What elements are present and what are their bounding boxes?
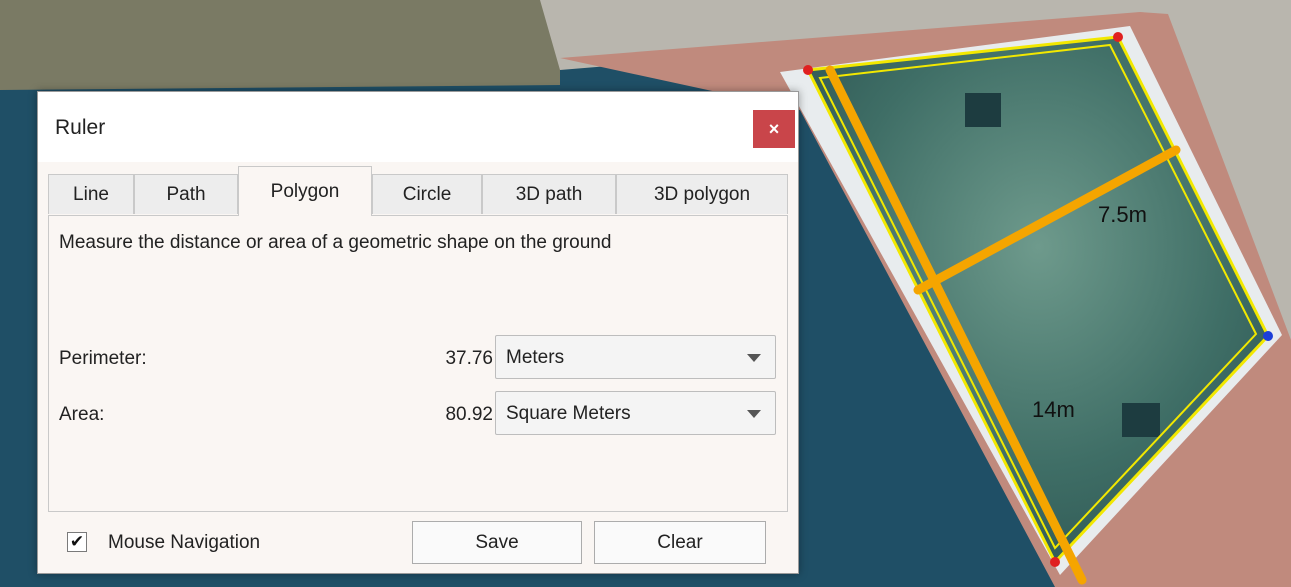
area-unit-value: Square Meters	[506, 403, 631, 424]
chevron-down-icon	[747, 354, 761, 362]
dialog-title: Ruler	[55, 116, 106, 139]
pool-drain-lower	[1122, 403, 1160, 437]
close-button[interactable]: ×	[753, 110, 795, 148]
clear-button[interactable]: Clear	[594, 521, 766, 564]
vertex-marker[interactable]	[1113, 32, 1123, 42]
mouse-navigation-label: Mouse Navigation	[108, 532, 261, 553]
tab-label: Polygon	[270, 180, 340, 202]
save-button[interactable]: Save	[412, 521, 582, 564]
tab-circle[interactable]: Circle	[372, 174, 482, 214]
ruler-dialog: Ruler × Line Path Polygon Circle 3D path…	[37, 91, 799, 574]
tool-description: Measure the distance or area of a geomet…	[59, 232, 612, 253]
vertex-marker-active[interactable]	[1263, 331, 1273, 341]
tab-line[interactable]: Line	[48, 174, 134, 214]
clear-button-label: Clear	[657, 531, 703, 553]
vertex-marker[interactable]	[803, 65, 813, 75]
perimeter-unit-select[interactable]: Meters	[495, 335, 776, 379]
vertex-marker[interactable]	[1050, 557, 1060, 567]
close-icon: ×	[768, 118, 780, 139]
tab-path[interactable]: Path	[134, 174, 238, 214]
tab-polygon[interactable]: Polygon	[238, 166, 372, 216]
checkmark-icon[interactable]: ✔	[67, 532, 87, 552]
polygon-tab-panel: Measure the distance or area of a geomet…	[48, 215, 788, 512]
tab-label: Circle	[402, 183, 452, 205]
chevron-down-icon	[747, 410, 761, 418]
area-unit-select[interactable]: Square Meters	[495, 391, 776, 435]
tab-label: 3D polygon	[653, 183, 751, 205]
perimeter-label: Perimeter:	[59, 348, 147, 369]
length-measure-label: 14m	[1032, 397, 1075, 422]
pool-drain-upper	[965, 93, 1001, 127]
width-measure-label: 7.5m	[1098, 202, 1147, 227]
tab-bar: Line Path Polygon Circle 3D path 3D poly…	[48, 166, 788, 216]
tab-3d-polygon[interactable]: 3D polygon	[616, 174, 788, 214]
perimeter-unit-value: Meters	[506, 347, 565, 368]
area-value: 80.92	[445, 404, 493, 425]
tab-label: Path	[166, 183, 206, 205]
tab-label: Line	[73, 183, 109, 205]
perimeter-value: 37.76	[445, 348, 493, 369]
tab-label: 3D path	[515, 183, 583, 205]
area-label: Area:	[59, 404, 105, 425]
save-button-label: Save	[475, 531, 519, 553]
shore-terrain	[0, 0, 560, 90]
tab-3d-path[interactable]: 3D path	[482, 174, 616, 214]
dialog-titlebar[interactable]: Ruler ×	[38, 92, 798, 162]
